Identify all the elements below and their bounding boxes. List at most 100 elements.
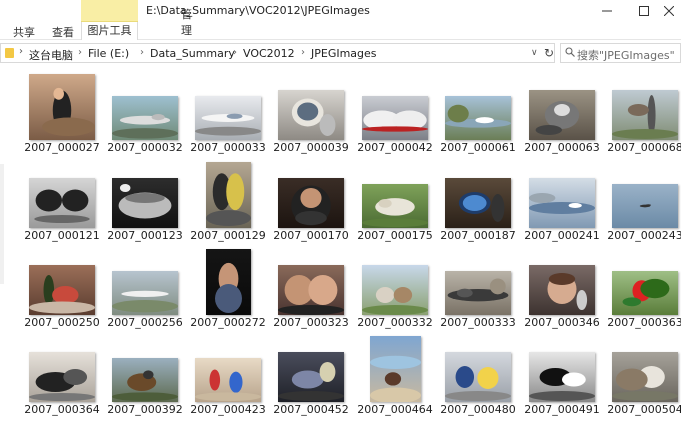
- photo-living-room-icon: [278, 352, 344, 402]
- file-item[interactable]: 2007_000392: [103, 336, 187, 416]
- thumbnail-frame: [520, 74, 604, 140]
- photo-tv-monitor-icon: [445, 178, 511, 228]
- file-item[interactable]: 2007_000364: [20, 336, 104, 416]
- manage-context-header: 管理: [81, 0, 192, 37]
- chevron-right-icon[interactable]: ›: [78, 47, 82, 58]
- file-name: 2007_000061: [440, 141, 516, 154]
- thumbnail-frame: [103, 74, 187, 140]
- breadcrumb-data-summary[interactable]: Data_Summary: [150, 47, 235, 60]
- thumbnail-frame: [520, 249, 604, 315]
- breadcrumb-drive-e[interactable]: File (E:): [88, 47, 129, 60]
- thumbnail-frame: [186, 74, 270, 140]
- photo-boat-river-icon: [445, 96, 511, 140]
- file-item[interactable]: 2007_000452: [269, 336, 353, 416]
- file-name: 2007_000175: [357, 229, 433, 242]
- photo-man-smiling-icon: [278, 178, 344, 228]
- file-item[interactable]: 2007_000241: [520, 162, 604, 242]
- file-item[interactable]: 2007_000042: [353, 74, 437, 154]
- thumbnail-frame: [603, 249, 681, 315]
- photo-motorbikes-icon: [29, 352, 95, 402]
- file-item[interactable]: 2007_000121: [20, 162, 104, 242]
- file-item[interactable]: 2007_000256: [103, 249, 187, 329]
- thumbnail-frame: [436, 162, 520, 228]
- ribbon-tab-share[interactable]: 共享: [13, 24, 35, 40]
- chevron-right-icon[interactable]: ›: [19, 46, 23, 57]
- photo-cat-clutter-icon: [612, 352, 678, 402]
- file-item[interactable]: 2007_000032: [103, 74, 187, 154]
- file-item[interactable]: 2007_000068: [603, 74, 681, 154]
- file-item[interactable]: 2007_000423: [186, 336, 270, 416]
- thumbnail-frame: [186, 336, 270, 402]
- file-name: 2007_000243: [607, 229, 681, 242]
- maximize-icon: [639, 6, 649, 16]
- thumbnail-frame: [20, 74, 104, 140]
- photo-person-walking-icon: [29, 74, 95, 140]
- breadcrumb-voc2012[interactable]: VOC2012: [243, 47, 295, 60]
- ribbon-tab-view[interactable]: 查看: [52, 24, 74, 40]
- photo-airplane-runway-icon: [112, 271, 178, 315]
- chevron-right-icon[interactable]: ›: [233, 47, 237, 58]
- file-name: 2007_000256: [107, 316, 183, 329]
- file-item[interactable]: 2007_000175: [353, 162, 437, 242]
- file-item[interactable]: 2007_000333: [436, 249, 520, 329]
- thumbnail-frame: [520, 162, 604, 228]
- file-item[interactable]: 2007_000243: [603, 162, 681, 242]
- breadcrumb-jpegimages[interactable]: JPEGImages: [311, 47, 377, 60]
- thumbnail-frame: [103, 249, 187, 315]
- file-name: 2007_000027: [24, 141, 100, 154]
- close-button[interactable]: [656, 0, 681, 22]
- file-name: 2007_000042: [357, 141, 433, 154]
- address-bar[interactable]: › 这台电脑 › File (E:) › Data_Summary › VOC2…: [0, 43, 555, 63]
- file-item[interactable]: 2007_000363: [603, 249, 681, 329]
- file-item[interactable]: 2007_000491: [520, 336, 604, 416]
- file-item[interactable]: 2007_000033: [186, 74, 270, 154]
- title-ribbon-bar: 共享 查看 管理 图片工具 E:\Data_Summary\VOC2012\JP…: [0, 0, 681, 40]
- minimize-button[interactable]: [587, 0, 627, 22]
- refresh-icon[interactable]: ↻: [544, 46, 554, 60]
- chevron-right-icon[interactable]: ›: [140, 47, 144, 58]
- window-title: E:\Data_Summary\VOC2012\JPEGImages: [146, 4, 370, 17]
- file-name: 2007_000039: [273, 141, 349, 154]
- file-name: 2007_000063: [524, 141, 600, 154]
- file-item[interactable]: 2007_000039: [269, 74, 353, 154]
- thumbnail-frame: [20, 249, 104, 315]
- file-item[interactable]: 2007_000061: [436, 74, 520, 154]
- address-row: › 这台电脑 › File (E:) › Data_Summary › VOC2…: [0, 41, 681, 65]
- file-name: 2007_000068: [607, 141, 681, 154]
- chevron-right-icon[interactable]: ›: [301, 47, 305, 58]
- file-item[interactable]: 2007_000170: [269, 162, 353, 242]
- file-item[interactable]: 2007_000123: [103, 162, 187, 242]
- search-icon: [565, 47, 575, 57]
- thumbnail-frame: [269, 249, 353, 315]
- file-item[interactable]: 2007_000480: [436, 336, 520, 416]
- file-item[interactable]: 2007_000272: [186, 249, 270, 329]
- file-item[interactable]: 2007_000063: [520, 74, 604, 154]
- thumbnail-frame: [269, 74, 353, 140]
- file-name: 2007_000363: [607, 316, 681, 329]
- thumbnail-frame: [353, 336, 437, 402]
- file-item[interactable]: 2007_000464: [353, 336, 437, 416]
- chevron-down-icon[interactable]: ∨: [531, 48, 538, 58]
- search-input[interactable]: 搜索"JPEGImages": [560, 43, 681, 63]
- file-name: 2007_000250: [24, 316, 100, 329]
- breadcrumb-this-pc[interactable]: 这台电脑: [29, 47, 73, 63]
- thumbnail-frame: [103, 336, 187, 402]
- file-item[interactable]: 2007_000187: [436, 162, 520, 242]
- file-item[interactable]: 2007_000250: [20, 249, 104, 329]
- ribbon-tab-picture-tools[interactable]: 图片工具: [81, 22, 138, 40]
- photo-freight-train-icon: [445, 271, 511, 315]
- file-item[interactable]: 2007_000332: [353, 249, 437, 329]
- file-item[interactable]: 2007_000346: [520, 249, 604, 329]
- file-name: 2007_000333: [440, 316, 516, 329]
- file-item[interactable]: 2007_000323: [269, 249, 353, 329]
- photo-train-night-icon: [112, 178, 178, 228]
- file-item[interactable]: 2007_000027: [20, 74, 104, 154]
- photo-kids-room-icon: [195, 358, 261, 402]
- thumbnail-frame: [353, 74, 437, 140]
- photo-sheep-grass-icon: [362, 184, 428, 228]
- photo-kids-bikes-icon: [445, 352, 511, 402]
- file-item[interactable]: 2007_000129: [186, 162, 270, 242]
- file-name: 2007_000033: [190, 141, 266, 154]
- file-item[interactable]: 2007_000504: [603, 336, 681, 416]
- file-name: 2007_000187: [440, 229, 516, 242]
